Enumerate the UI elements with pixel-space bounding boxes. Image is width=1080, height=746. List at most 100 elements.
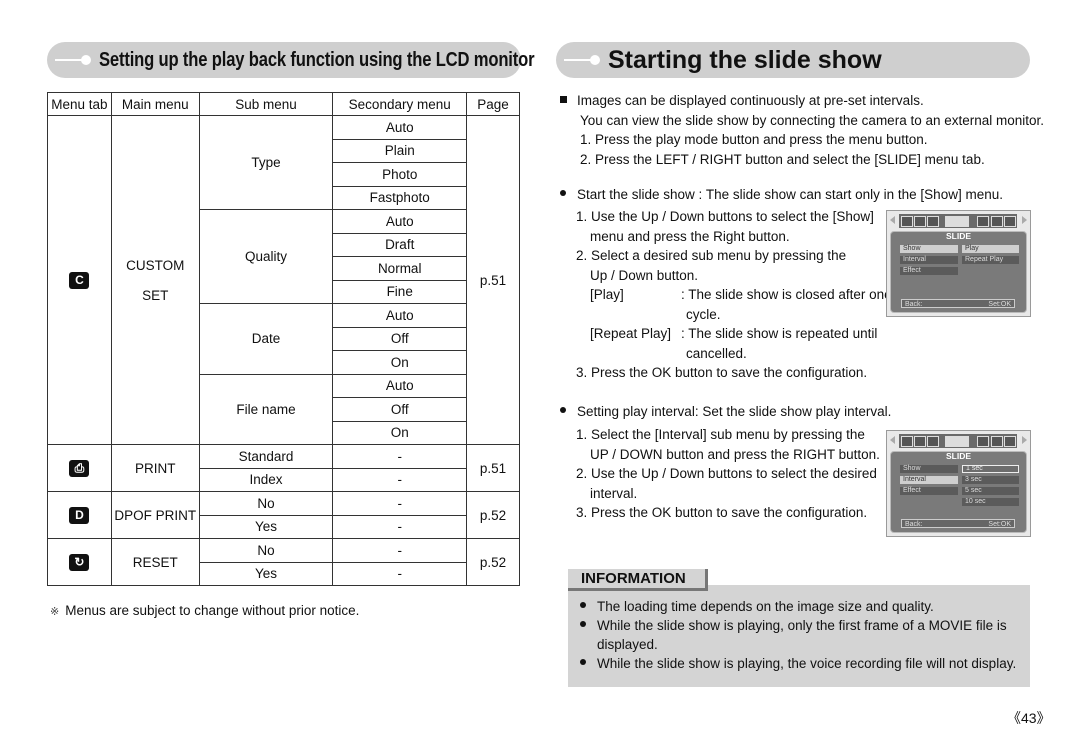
lcd-option-item: 5 sec — [962, 487, 1019, 495]
sub-menu-cell: No — [198, 538, 334, 563]
menu-tab-cell: ⎙ — [47, 444, 112, 492]
header-dot-decoration — [81, 55, 91, 65]
tab-icon — [914, 436, 926, 447]
tab-icon — [901, 216, 913, 227]
sub-menu-cell: Standard — [198, 444, 334, 469]
footnote-text: Menus are subject to change without prio… — [65, 603, 360, 618]
bullet-dot-icon — [580, 659, 586, 665]
step-text: 1. Select the [Interval] sub menu by pre… — [576, 427, 865, 442]
lcd-back-label: Back: — [905, 301, 923, 308]
table-row: D DPOF PRINT No - p.52 — [47, 491, 520, 539]
lcd-tab-bar — [899, 214, 1017, 228]
bullet-dot-icon — [560, 190, 566, 196]
main-menu-label: SET — [142, 287, 169, 303]
table-row: ⎙ PRINT Standard - p.51 — [47, 444, 520, 492]
secondary-menu-cell: Fine — [332, 279, 468, 304]
step-text: 1. Use the Up / Down buttons to select t… — [576, 209, 874, 224]
option-description: cycle. — [686, 306, 721, 322]
step-text: 3. Press the OK button to save the confi… — [576, 365, 868, 380]
option-label: [Play] — [590, 287, 624, 302]
information-item-continued: displayed. — [597, 637, 658, 652]
column-header: Menu tab — [47, 92, 112, 116]
page-cell: p.51 — [466, 115, 520, 445]
custom-set-icon: C — [69, 271, 90, 289]
secondary-menu-cell: Plain — [332, 138, 468, 163]
tab-icon — [991, 216, 1003, 227]
tab-icon — [1004, 436, 1016, 447]
main-menu-cell: CUSTOM SET — [110, 115, 200, 445]
secondary-menu-cell: Auto — [332, 373, 468, 398]
start-bullet-text: Start the slide show : The slide show ca… — [577, 187, 1003, 202]
secondary-menu-cell: - — [332, 467, 468, 492]
lcd-screenshot-interval: SLIDE Show Interval Effect 1 sec 3 sec 5… — [886, 430, 1031, 537]
header-line-decoration — [55, 59, 83, 61]
column-header: Main menu — [110, 92, 200, 116]
bullet-dot-icon — [560, 407, 566, 413]
secondary-menu-cell: - — [332, 491, 468, 516]
lcd-option-item: Play — [962, 245, 1019, 253]
table-header-row: Menu tab Main menu Sub menu Secondary me… — [47, 92, 520, 116]
secondary-menu-cell: Auto — [332, 115, 468, 140]
main-menu-cell: RESET — [110, 538, 200, 586]
lcd-menu-item: Show — [900, 465, 958, 473]
tab-icon — [927, 216, 939, 227]
dpof-print-icon: D — [69, 506, 90, 524]
right-arrow-icon — [1022, 216, 1027, 224]
information-item: The loading time depends on the image si… — [597, 599, 934, 614]
lcd-option-item: Repeat Play — [962, 256, 1019, 264]
secondary-menu-cell: Off — [332, 326, 468, 351]
menu-tab-cell: ↻ — [47, 538, 112, 586]
lcd-set-label: Set:OK — [988, 521, 1011, 528]
menu-tab-cell: D — [47, 491, 112, 539]
intro-step: 1. Press the play mode button and press … — [580, 132, 928, 147]
secondary-menu-cell: - — [332, 444, 468, 469]
step-text: 2. Use the Up / Down buttons to select t… — [576, 466, 877, 481]
lcd-option-item: 3 sec — [962, 476, 1019, 484]
header-dot-decoration — [590, 55, 600, 65]
lcd-tab-bar — [899, 434, 1017, 448]
information-title: INFORMATION — [568, 569, 708, 591]
column-header: Secondary menu — [332, 92, 468, 116]
sub-menu-cell: Quality — [198, 209, 334, 304]
tab-icon — [977, 216, 989, 227]
start-steps: 1. Use the Up / Down buttons to select t… — [576, 207, 892, 383]
page-cell: p.51 — [466, 444, 520, 492]
lcd-menu-item: Interval — [900, 256, 958, 264]
section-header-slide-show: Starting the slide show — [556, 42, 1030, 78]
left-arrow-icon — [890, 436, 895, 444]
sub-menu-cell: Index — [198, 467, 334, 492]
tab-icon — [977, 436, 989, 447]
intro-bullet: Images can be displayed continuously at … — [577, 93, 924, 108]
lcd-option-item: 1 sec — [962, 465, 1019, 473]
lcd-menu-item: Show — [900, 245, 958, 253]
lcd-footer: Back: Set:OK — [901, 519, 1015, 528]
tab-icon — [991, 436, 1003, 447]
reference-mark-icon: ※ — [50, 606, 60, 618]
header-line-decoration — [564, 59, 592, 61]
section-title: Setting up the play back function using … — [99, 49, 535, 71]
column-header: Sub menu — [198, 92, 334, 116]
lcd-screenshot-slide-show: SLIDE Show Interval Effect Play Repeat P… — [886, 210, 1031, 317]
start-bullet: Start the slide show : The slide show ca… — [560, 185, 1003, 205]
secondary-menu-cell: Photo — [332, 162, 468, 187]
lcd-footer: Back: Set:OK — [901, 299, 1015, 308]
page-cell: p.52 — [466, 491, 520, 539]
sub-menu-cell: Yes — [198, 514, 334, 539]
step-text: Up / Down button. — [590, 267, 699, 283]
interval-bullet-text: Setting play interval: Set the slide sho… — [577, 404, 892, 419]
tab-icon — [901, 436, 913, 447]
lcd-title: SLIDE — [945, 451, 972, 461]
main-menu-cell: DPOF PRINT — [110, 491, 200, 539]
slide-tab-icon — [945, 436, 969, 447]
bullet-dot-icon — [580, 621, 586, 627]
page-number: 《43》 — [1007, 710, 1051, 726]
left-arrow-icon — [890, 216, 895, 224]
column-header: Page — [466, 92, 520, 116]
main-menu-cell: PRINT — [110, 444, 200, 492]
print-icon: ⎙ — [69, 459, 90, 477]
table-row: ↻ RESET No - p.52 — [47, 538, 520, 586]
secondary-menu-cell: Draft — [332, 232, 468, 257]
bullet-dot-icon — [580, 602, 586, 608]
interval-steps: 1. Select the [Interval] sub menu by pre… — [576, 425, 880, 523]
secondary-menu-cell: Auto — [332, 209, 468, 234]
